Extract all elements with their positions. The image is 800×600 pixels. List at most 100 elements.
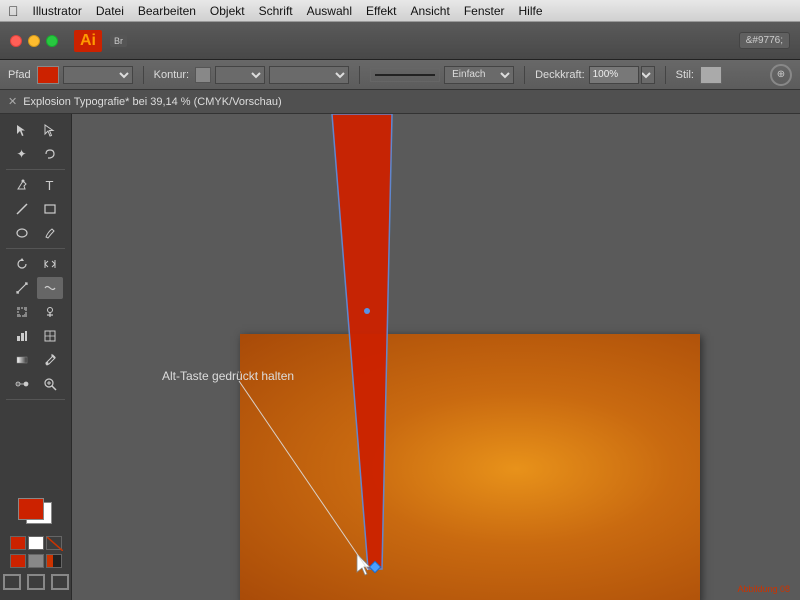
menu-datei[interactable]: Datei bbox=[96, 4, 124, 18]
opacity-mode-select[interactable] bbox=[641, 66, 655, 84]
maximize-button[interactable] bbox=[46, 35, 58, 47]
opacity-label: Deckkraft: bbox=[535, 69, 585, 81]
menu-schrift[interactable]: Schrift bbox=[259, 4, 293, 18]
kontur-section: Kontur: bbox=[154, 66, 349, 84]
fg-bg-swatches[interactable] bbox=[18, 498, 54, 528]
menu-bearbeiten[interactable]: Bearbeiten bbox=[138, 4, 196, 18]
traffic-lights bbox=[10, 35, 58, 47]
path-section: Pfad bbox=[8, 66, 133, 84]
tool-row-4 bbox=[0, 197, 71, 221]
close-button[interactable] bbox=[10, 35, 22, 47]
canvas-tool-1[interactable] bbox=[3, 574, 21, 590]
menu-auswahl[interactable]: Auswahl bbox=[307, 4, 352, 18]
mode-swatch-1[interactable] bbox=[10, 554, 26, 568]
direct-select-tool[interactable] bbox=[37, 119, 63, 141]
stroke-size-select[interactable] bbox=[215, 66, 265, 84]
tool-row-7 bbox=[0, 276, 71, 300]
titlebar: Ai Br &#9776; bbox=[0, 22, 800, 60]
lasso-tool[interactable] bbox=[37, 143, 63, 165]
menu-objekt[interactable]: Objekt bbox=[210, 4, 245, 18]
tab-title: Explosion Typografie* bei 39,14 % (CMYK/… bbox=[23, 96, 281, 108]
figure-caption: Abbildung 08 bbox=[737, 584, 790, 594]
eyedropper-tool[interactable] bbox=[37, 349, 63, 371]
tool-row-11 bbox=[0, 372, 71, 396]
mesh-tool[interactable] bbox=[37, 325, 63, 347]
small-swatch-2[interactable] bbox=[28, 536, 44, 550]
mode-swatch-3[interactable] bbox=[46, 554, 62, 568]
stroke-width-select[interactable] bbox=[269, 66, 349, 84]
tab-close-button[interactable]: ✕ bbox=[8, 95, 17, 108]
tool-row-3: T bbox=[0, 173, 71, 197]
scale-tool[interactable] bbox=[9, 277, 35, 299]
tool-divider-1 bbox=[6, 169, 65, 170]
extra-options-button[interactable]: ⊕ bbox=[770, 64, 792, 86]
free-transform-tool[interactable] bbox=[9, 301, 35, 323]
stil-section: Stil: bbox=[676, 66, 722, 84]
apple-menu[interactable]:  bbox=[8, 3, 19, 19]
menu-effekt[interactable]: Effekt bbox=[366, 4, 396, 18]
stroke-color-swatch[interactable] bbox=[195, 67, 211, 83]
canvas-tool-2[interactable] bbox=[27, 574, 45, 590]
mode-swatch-2[interactable] bbox=[28, 554, 44, 568]
menu-illustrator[interactable]: Illustrator bbox=[33, 4, 82, 18]
left-toolbar: ✦ T bbox=[0, 114, 72, 600]
tool-row-2: ✦ bbox=[0, 142, 71, 166]
blend-tool[interactable] bbox=[9, 373, 35, 395]
stroke-type-select[interactable]: Einfach bbox=[444, 66, 514, 84]
stroke-style-section: Einfach bbox=[370, 66, 514, 84]
divider-3 bbox=[524, 66, 525, 84]
opacity-input[interactable] bbox=[589, 66, 639, 84]
tool-row-5 bbox=[0, 221, 71, 245]
tool-divider-2 bbox=[6, 248, 65, 249]
pen-tool[interactable] bbox=[9, 174, 35, 196]
tool-row-6 bbox=[0, 252, 71, 276]
gradient-tool[interactable] bbox=[9, 349, 35, 371]
select-tool[interactable] bbox=[9, 119, 35, 141]
tabbar: ✕ Explosion Typografie* bei 39,14 % (CMY… bbox=[0, 90, 800, 114]
stil-label: Stil: bbox=[676, 69, 694, 81]
divider-2 bbox=[359, 66, 360, 84]
type-tool[interactable]: T bbox=[37, 174, 63, 196]
graph-tool[interactable] bbox=[9, 325, 35, 347]
br-badge: Br bbox=[110, 35, 127, 47]
canvas-tool-3[interactable] bbox=[51, 574, 69, 590]
path-label: Pfad bbox=[8, 69, 31, 81]
rect-tool[interactable] bbox=[37, 198, 63, 220]
fg-color-swatch[interactable] bbox=[18, 498, 44, 520]
tool-row-10 bbox=[0, 348, 71, 372]
rotate-tool[interactable] bbox=[9, 253, 35, 275]
extra-tools bbox=[3, 574, 69, 590]
kontur-label: Kontur: bbox=[154, 69, 189, 81]
small-swatch-3[interactable] bbox=[46, 536, 62, 550]
artboard[interactable] bbox=[240, 334, 700, 600]
fill-type-select[interactable] bbox=[63, 66, 133, 84]
menu-hilfe[interactable]: Hilfe bbox=[519, 4, 543, 18]
divider-1 bbox=[143, 66, 144, 84]
zoom-tool[interactable] bbox=[37, 373, 63, 395]
extra-swatches bbox=[10, 536, 62, 550]
fill-color-swatch[interactable] bbox=[37, 66, 59, 84]
minimize-button[interactable] bbox=[28, 35, 40, 47]
canvas-area[interactable]: Alt-Taste gedrückt halten Abbildung 08 bbox=[72, 114, 800, 600]
tool-row-9 bbox=[0, 324, 71, 348]
properties-toolbar: Pfad Kontur: Einfach Deckkraft: Stil: ⊕ bbox=[0, 60, 800, 90]
line-tool[interactable] bbox=[9, 198, 35, 220]
menu-fenster[interactable]: Fenster bbox=[464, 4, 505, 18]
stroke-preview bbox=[370, 68, 440, 82]
menu-ansicht[interactable]: Ansicht bbox=[410, 4, 449, 18]
warp-tool[interactable] bbox=[37, 277, 63, 299]
style-preview[interactable] bbox=[700, 66, 722, 84]
app-logo: Ai bbox=[74, 30, 102, 52]
tool-row-1 bbox=[0, 118, 71, 142]
ellipse-tool[interactable] bbox=[9, 222, 35, 244]
symbol-tool[interactable] bbox=[37, 301, 63, 323]
mode-swatches bbox=[10, 554, 62, 568]
divider-4 bbox=[665, 66, 666, 84]
reflect-tool[interactable] bbox=[37, 253, 63, 275]
magic-wand-tool[interactable]: ✦ bbox=[9, 143, 35, 165]
color-swatches bbox=[0, 492, 71, 596]
panel-toggle-button[interactable]: &#9776; bbox=[739, 32, 790, 49]
tool-divider-3 bbox=[6, 399, 65, 400]
pencil-tool[interactable] bbox=[37, 222, 63, 244]
small-swatch-1[interactable] bbox=[10, 536, 26, 550]
